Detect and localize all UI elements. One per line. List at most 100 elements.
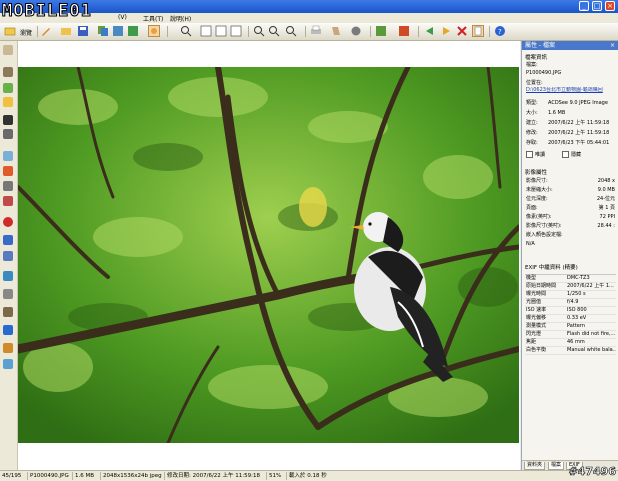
exif-row: 原始日期時間 2007/6/22 上午 1... [525,283,616,291]
zoom-out-icon[interactable] [268,25,280,37]
exif-row: 焦距 46 mm [525,339,616,347]
edit-icon[interactable] [40,25,52,37]
image-row: 像素(英吋): 72 PPI [526,214,615,220]
status-zoom: 51% [266,472,281,480]
properties-icon[interactable] [472,25,484,37]
rename-icon[interactable] [127,25,139,37]
exif-table: 機型 DMC-TZ3 原始日期時間 2007/6/22 上午 1... 曝光時間 1/… [525,274,616,355]
status-dimensions: 2048x1536x24b jpeg [100,472,162,480]
close-button[interactable]: × [605,1,615,11]
info-row: 類型: ACDSee 9.0 JPEG Image [526,100,608,106]
exif-heading: EXIF 中繼資料 (精要) [525,265,578,271]
tool-blur-icon[interactable] [3,251,13,261]
file-label: 檔案: [526,62,538,68]
location-link[interactable]: D:\0623台北市立動物園-龜鴿購回 [526,87,617,94]
folder-icon[interactable] [60,25,72,37]
tool-text-icon[interactable] [3,325,13,335]
delete-icon[interactable] [456,25,468,37]
exif-row: 閃光燈 Flash did not fire,... [525,331,616,339]
browse-icon[interactable] [4,25,16,37]
edit-tools-strip [0,41,18,470]
tool-histogram-icon[interactable] [3,181,13,191]
tab-file[interactable]: 檔案 [548,462,565,470]
tool-redeye-icon[interactable] [3,217,13,227]
tool-light-icon[interactable] [3,97,13,107]
exif-row: 曝光時間 1/250 s [525,291,616,299]
toolbar: 瀏覽 ? [0,23,618,41]
tool-crop-icon[interactable] [3,67,13,77]
checkbox-icon[interactable] [526,151,533,158]
panel-title: 屬性 - 檔案 [522,41,618,50]
next-image-icon[interactable] [440,25,452,37]
image-row: 嵌入顏色設定檔: [526,232,563,238]
info-row: 大小: 1.6 MB [526,110,566,116]
print-icon[interactable] [310,25,322,37]
status-filename: P1000490.JPG [27,472,69,480]
status-modified: 修改日期: 2007/6/22 上午 11:59:18 [164,472,260,480]
info-row: 修改: 2007/6/22 上午 11:59:18 [526,130,610,136]
status-bar: 45/195 P1000490.JPG 1.6 MB 2048x1536x24b… [0,470,618,481]
status-index: 45/195 [2,473,22,479]
tool-filter-icon[interactable] [3,196,13,206]
tool-sharpen-icon[interactable] [3,235,13,245]
image-row: 位元深度: 24-位元 [526,196,615,202]
tool-frame-icon[interactable] [3,307,13,317]
help-icon[interactable]: ? [494,25,506,37]
menu-tools[interactable]: 工具(T) [143,14,163,23]
zoom-icon[interactable] [180,25,192,37]
properties-panel: 屬性 - 檔案 × 檔案資訊 檔案: P1000490.JPG 位置在: D:\… [521,41,618,470]
info-row: 建立: 2007/6/22 上午 11:59:18 [526,120,610,126]
rotate-icon[interactable] [398,25,410,37]
image-row: 頁面: 第 1 頁 [526,205,615,211]
fullscreen-icon[interactable] [148,25,160,37]
exif-row: 白色平衡 Manual white bala... [525,347,616,355]
location-label: 位置在: [526,80,543,86]
menu-help[interactable]: 說明(H) [170,14,191,23]
page-prev-icon[interactable] [215,25,227,37]
maximize-button[interactable]: □ [592,1,602,11]
exif-row: 曝光偏移 0.33 eV [525,315,616,323]
copy-icon[interactable] [97,25,109,37]
tool-curves-icon[interactable] [3,166,13,176]
status-size: 1.6 MB [72,472,94,480]
prev-image-icon[interactable] [424,25,436,37]
site-logo: MOBILE01 [2,1,92,22]
svg-text:?: ? [498,28,502,36]
zoom-fit-icon[interactable] [285,25,297,37]
move-icon[interactable] [112,25,124,37]
save-icon[interactable] [77,25,89,37]
image-row: 影像尺寸(英吋): 28.44 : [526,223,615,229]
email-icon[interactable] [330,25,342,37]
page-next-icon[interactable] [230,25,242,37]
tool-resize-icon[interactable] [3,271,13,281]
panel-close-icon[interactable]: × [608,41,617,50]
browse-button-label[interactable]: 瀏覽 [20,28,32,37]
tool-portrait-icon[interactable] [3,129,13,139]
zoom-in-icon[interactable] [253,25,265,37]
tool-effect-icon[interactable] [3,359,13,369]
tool-brush-icon[interactable] [3,343,13,353]
tool-rotate-icon[interactable] [3,289,13,299]
image-row: 未壓縮大小: 9.0 MB [526,187,615,193]
tool-levels-icon[interactable] [3,151,13,161]
page-first-icon[interactable] [200,25,212,37]
slideshow-icon[interactable] [375,25,387,37]
exif-row: ISO 速率 ISO 800 [525,307,616,315]
checkbox-icon[interactable] [562,151,569,158]
tab-folder[interactable]: 資料夾 [524,462,546,470]
info-row: 存取: 2007/6/23 下午 05:44:01 [526,140,610,146]
minimize-button[interactable]: _ [579,1,589,11]
menu-view[interactable]: (V) [118,14,127,21]
hidden-checkbox[interactable]: 隱藏 [562,151,612,158]
image-props-heading: 影像屬性 [525,170,548,176]
exif-row: 機型 DMC-TZ3 [525,275,616,283]
menu-bar: (V) 工具(T) 說明(H) [0,13,618,23]
exif-row: 測量模式 Pattern [525,323,616,331]
exif-row: 光圈值 f/4.9 [525,299,616,307]
tool-select-icon[interactable] [3,45,13,55]
na-value: N/A [526,241,535,247]
status-load-time: 載入於 0.18 秒 [286,472,327,480]
tool-contrast-icon[interactable] [3,115,13,125]
wallpaper-icon[interactable] [350,25,362,37]
tool-color-icon[interactable] [3,83,13,93]
